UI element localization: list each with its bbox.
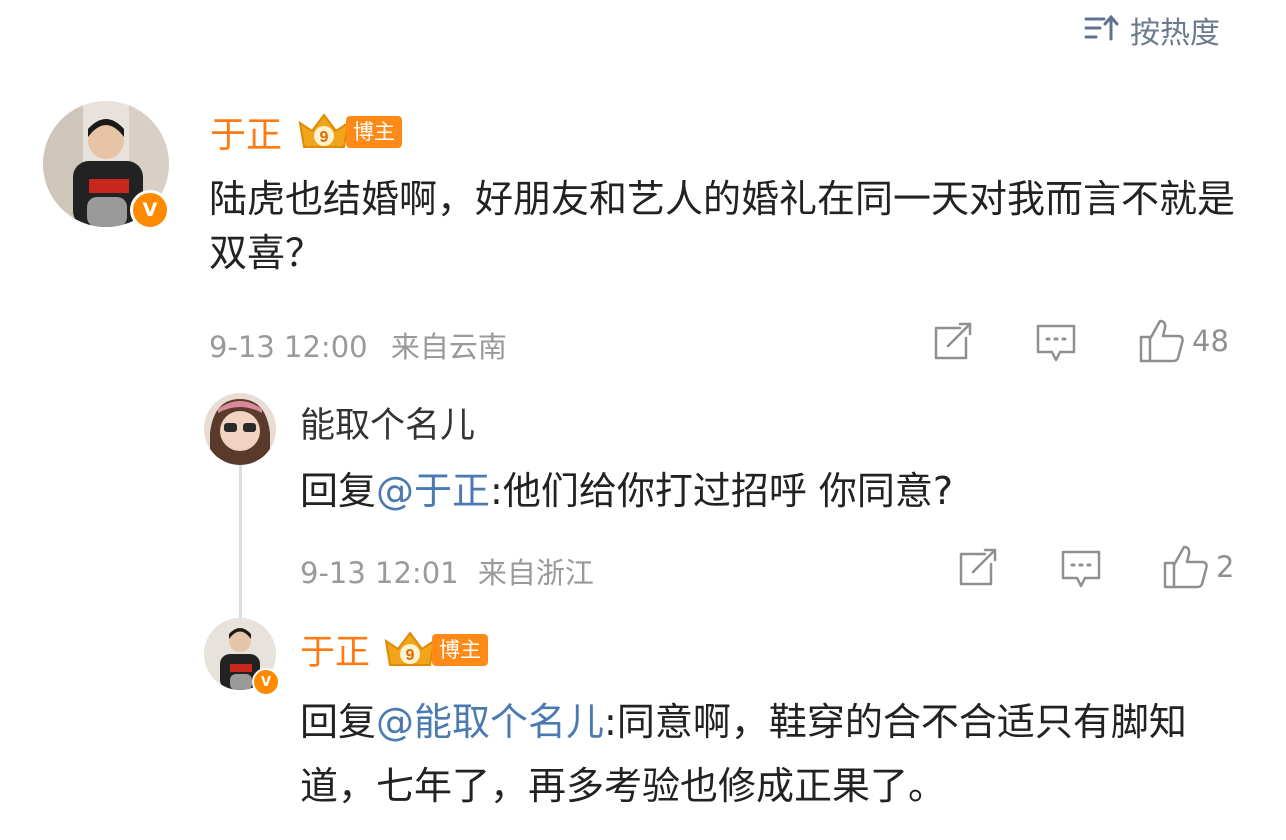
badge-label: 博主 [346,116,403,148]
timestamp: 9-13 12:01 [300,556,459,590]
timestamp: 9-13 12:00 [209,330,368,364]
reply-repost-button[interactable] [955,548,999,588]
comment-icon [1061,550,1101,588]
like-count: 48 [1192,324,1229,358]
thumbs-up-icon [1139,319,1184,363]
badge-label: 博主 [432,633,489,666]
repost-button[interactable] [930,322,974,362]
comment-text: 陆虎也结婚啊，好朋友和艺人的婚礼在同一天对我而言不就是双喜？ [209,177,1236,275]
thread-line [239,462,242,618]
like-button[interactable]: 48 [1138,318,1229,364]
mention-link[interactable]: @于正 [376,469,490,513]
reply-author-name[interactable]: 于正 [300,624,370,675]
reply-like-button[interactable]: 2 [1162,544,1234,590]
sort-icon [1084,13,1120,47]
comment-meta: 9-13 12:00 来自云南 [209,324,507,366]
comment-button[interactable] [1034,322,1078,364]
author-name[interactable]: 于正 [210,106,282,158]
thumbs-up-icon [1163,545,1208,589]
reply-text: 回复@能取个名儿:同意啊，鞋穿的合不合适只有脚知道，七年了，再多考验也修成正果了… [300,700,1187,808]
verified-icon: V [252,668,280,696]
repost-icon [934,322,972,360]
reply-meta: 9-13 12:01 来自浙江 [300,550,594,592]
repost-icon [959,548,997,586]
reply-header: 于正 9 博主 [300,624,489,675]
like-count: 2 [1216,550,1235,584]
reply-avatar[interactable] [204,393,276,465]
crown-icon: 9 [298,113,350,148]
location: 来自浙江 [477,556,594,590]
blogger-badge: 9 博主 [296,111,403,153]
blogger-badge: 9 博主 [382,629,489,671]
sort-by-popularity-button[interactable]: 按热度 [1084,8,1220,52]
comment-icon [1036,324,1076,362]
location: 来自云南 [390,330,507,364]
reply-comment-button[interactable] [1059,548,1103,590]
crown-icon: 9 [384,630,436,666]
reply-author-name[interactable]: 能取个名儿 [300,397,475,448]
svg-text:9: 9 [320,129,329,146]
verified-icon: V [130,190,170,230]
comment-header: 于正 9 博主 [210,106,403,158]
mention-link[interactable]: @能取个名儿 [376,700,604,744]
reply-text: 回复@于正:他们给你打过招呼 你同意? [300,469,954,513]
svg-text:9: 9 [406,647,415,664]
sort-label: 按热度 [1130,16,1220,51]
